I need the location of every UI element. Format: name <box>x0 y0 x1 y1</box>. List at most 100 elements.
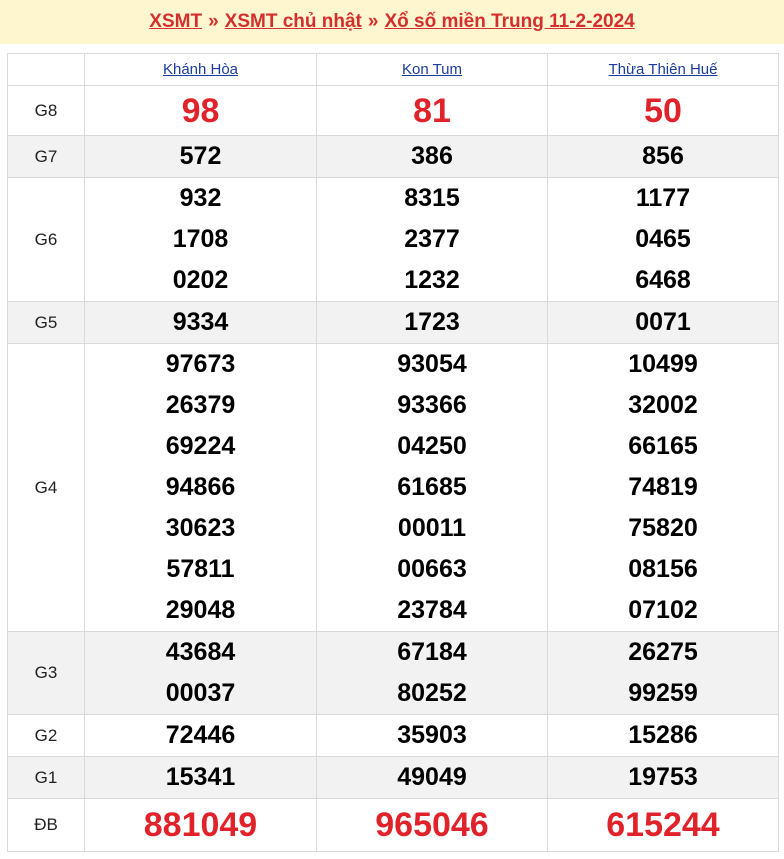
prize-number: 15286 <box>628 721 698 749</box>
prize-number: 72446 <box>165 721 236 749</box>
prize-cell: 26275 99259 <box>547 631 779 715</box>
column-header-khanh-hoa: Khánh Hòa <box>84 53 317 86</box>
column-header-kon-tum: Kon Tum <box>316 53 548 86</box>
prize-number: 1723 <box>404 308 460 336</box>
prize-number: 19753 <box>628 763 698 791</box>
prize-cell: 15286 <box>547 714 779 757</box>
prize-cell: 8315 2377 1232 <box>316 177 548 302</box>
prize-number: 94866 <box>165 473 236 501</box>
prize-number: 1708 <box>172 225 229 253</box>
prize-number: 26275 <box>628 638 698 666</box>
prize-cell: 49049 <box>316 756 548 799</box>
prize-number: 67184 <box>397 638 467 666</box>
prize-cell: 856 <box>547 135 779 178</box>
prize-number: 965046 <box>375 806 489 844</box>
prize-row-g4: G4 97673 26379 69224 94866 30623 57811 29048 930… <box>7 343 779 632</box>
header-empty <box>7 53 85 86</box>
prize-number: 23784 <box>397 596 467 624</box>
prize-cell: 67184 80252 <box>316 631 548 715</box>
prize-cell: 19753 <box>547 756 779 799</box>
prize-cell: 93054 93366 04250 61685 00011 00663 23784 <box>316 343 548 632</box>
prize-label: G7 <box>7 135 85 178</box>
prize-number: 97673 <box>165 350 236 378</box>
province-link-kon-tum[interactable]: Kon Tum <box>402 61 462 78</box>
prize-number: 43684 <box>165 638 236 666</box>
breadcrumb: XSMT» XSMT chủ nhật» Xổ số miền Trung 11-2… <box>0 0 784 44</box>
prize-number: 75820 <box>628 514 698 542</box>
prize-cell: 35903 <box>316 714 548 757</box>
prize-number: 0071 <box>635 308 691 336</box>
prize-number: 00663 <box>397 555 467 583</box>
prize-row-g6: G6 932 1708 0202 8315 2377 1232 1177 0465 6468 <box>7 177 779 302</box>
column-header-thua-thien-hue: Thừa Thiên Huế <box>547 53 779 86</box>
prize-row-g8: G8 98 81 50 <box>7 85 779 136</box>
prize-number: 1177 <box>635 184 691 212</box>
results-table: Khánh Hòa Kon Tum Thừa Thiên Huế G8 98 81 5… <box>7 53 779 852</box>
prize-label: G6 <box>7 177 85 302</box>
prize-label: G4 <box>7 343 85 632</box>
prize-number: 2377 <box>404 225 460 253</box>
prize-row-g1: G1 15341 49049 19753 <box>7 756 779 799</box>
prize-number: 80252 <box>397 679 467 707</box>
prize-number: 615244 <box>606 806 720 844</box>
prize-number: 07102 <box>628 596 698 624</box>
prize-number: 00037 <box>165 679 236 707</box>
prize-cell: 97673 26379 69224 94866 30623 57811 29048 <box>84 343 317 632</box>
prize-cell: 615244 <box>547 798 779 852</box>
prize-number: 32002 <box>628 391 698 419</box>
breadcrumb-separator: » <box>367 11 379 32</box>
prize-number: 57811 <box>166 555 235 583</box>
prize-number: 386 <box>411 142 453 170</box>
breadcrumb-link-xsmt-sunday[interactable]: XSMT chủ nhật <box>225 11 362 32</box>
prize-label: G2 <box>7 714 85 757</box>
prize-number: 74819 <box>628 473 698 501</box>
prize-row-g2: G2 72446 35903 15286 <box>7 714 779 757</box>
prize-number: 04250 <box>397 432 467 460</box>
prize-number: 08156 <box>628 555 698 583</box>
prize-cell: 81 <box>316 85 548 136</box>
prize-cell: 0071 <box>547 301 779 344</box>
prize-number: 30623 <box>165 514 236 542</box>
prize-cell: 9334 <box>84 301 317 344</box>
prize-cell: 10499 32002 66165 74819 75820 08156 07102 <box>547 343 779 632</box>
prize-number: 572 <box>179 142 222 170</box>
prize-number: 49049 <box>397 763 467 791</box>
prize-number: 9334 <box>172 308 229 336</box>
prize-label: G3 <box>7 631 85 715</box>
prize-row-g5: G5 9334 1723 0071 <box>7 301 779 344</box>
prize-number: 29048 <box>165 596 236 624</box>
prize-number: 1232 <box>404 266 460 294</box>
prize-row-g3: G3 43684 00037 67184 80252 26275 99259 <box>7 631 779 715</box>
province-link-khanh-hoa[interactable]: Khánh Hòa <box>163 61 238 78</box>
prize-cell: 1177 0465 6468 <box>547 177 779 302</box>
prize-number: 66165 <box>628 432 698 460</box>
breadcrumb-link-xsmt[interactable]: XSMT <box>149 11 202 32</box>
prize-cell: 1723 <box>316 301 548 344</box>
prize-number: 99259 <box>628 679 698 707</box>
prize-number: 93054 <box>397 350 467 378</box>
prize-number: 61685 <box>397 473 467 501</box>
prize-number: 98 <box>181 91 220 130</box>
prize-number: 81 <box>413 91 451 130</box>
province-link-thua-thien-hue[interactable]: Thừa Thiên Huế <box>609 61 718 78</box>
prize-number: 00011 <box>397 514 467 542</box>
prize-number: 932 <box>179 184 222 212</box>
prize-cell: 572 <box>84 135 317 178</box>
breadcrumb-separator: » <box>208 11 219 32</box>
prize-row-db: ĐB 881049 965046 615244 <box>7 798 779 852</box>
breadcrumb-link-current[interactable]: Xổ số miền Trung 11-2-2024 <box>384 11 634 32</box>
prize-number: 6468 <box>635 266 691 294</box>
prize-cell: 72446 <box>84 714 317 757</box>
prize-cell: 15341 <box>84 756 317 799</box>
prize-number: 69224 <box>165 432 236 460</box>
prize-number: 8315 <box>404 184 460 212</box>
prize-number: 0202 <box>172 266 229 294</box>
prize-number: 50 <box>644 91 682 130</box>
prize-number: 35903 <box>397 721 467 749</box>
prize-cell: 932 1708 0202 <box>84 177 317 302</box>
prize-cell: 43684 00037 <box>84 631 317 715</box>
prize-number: 93366 <box>397 391 467 419</box>
prize-number: 881049 <box>143 806 258 844</box>
prize-number: 15341 <box>165 763 236 791</box>
table-header-row: Khánh Hòa Kon Tum Thừa Thiên Huế <box>7 53 779 86</box>
